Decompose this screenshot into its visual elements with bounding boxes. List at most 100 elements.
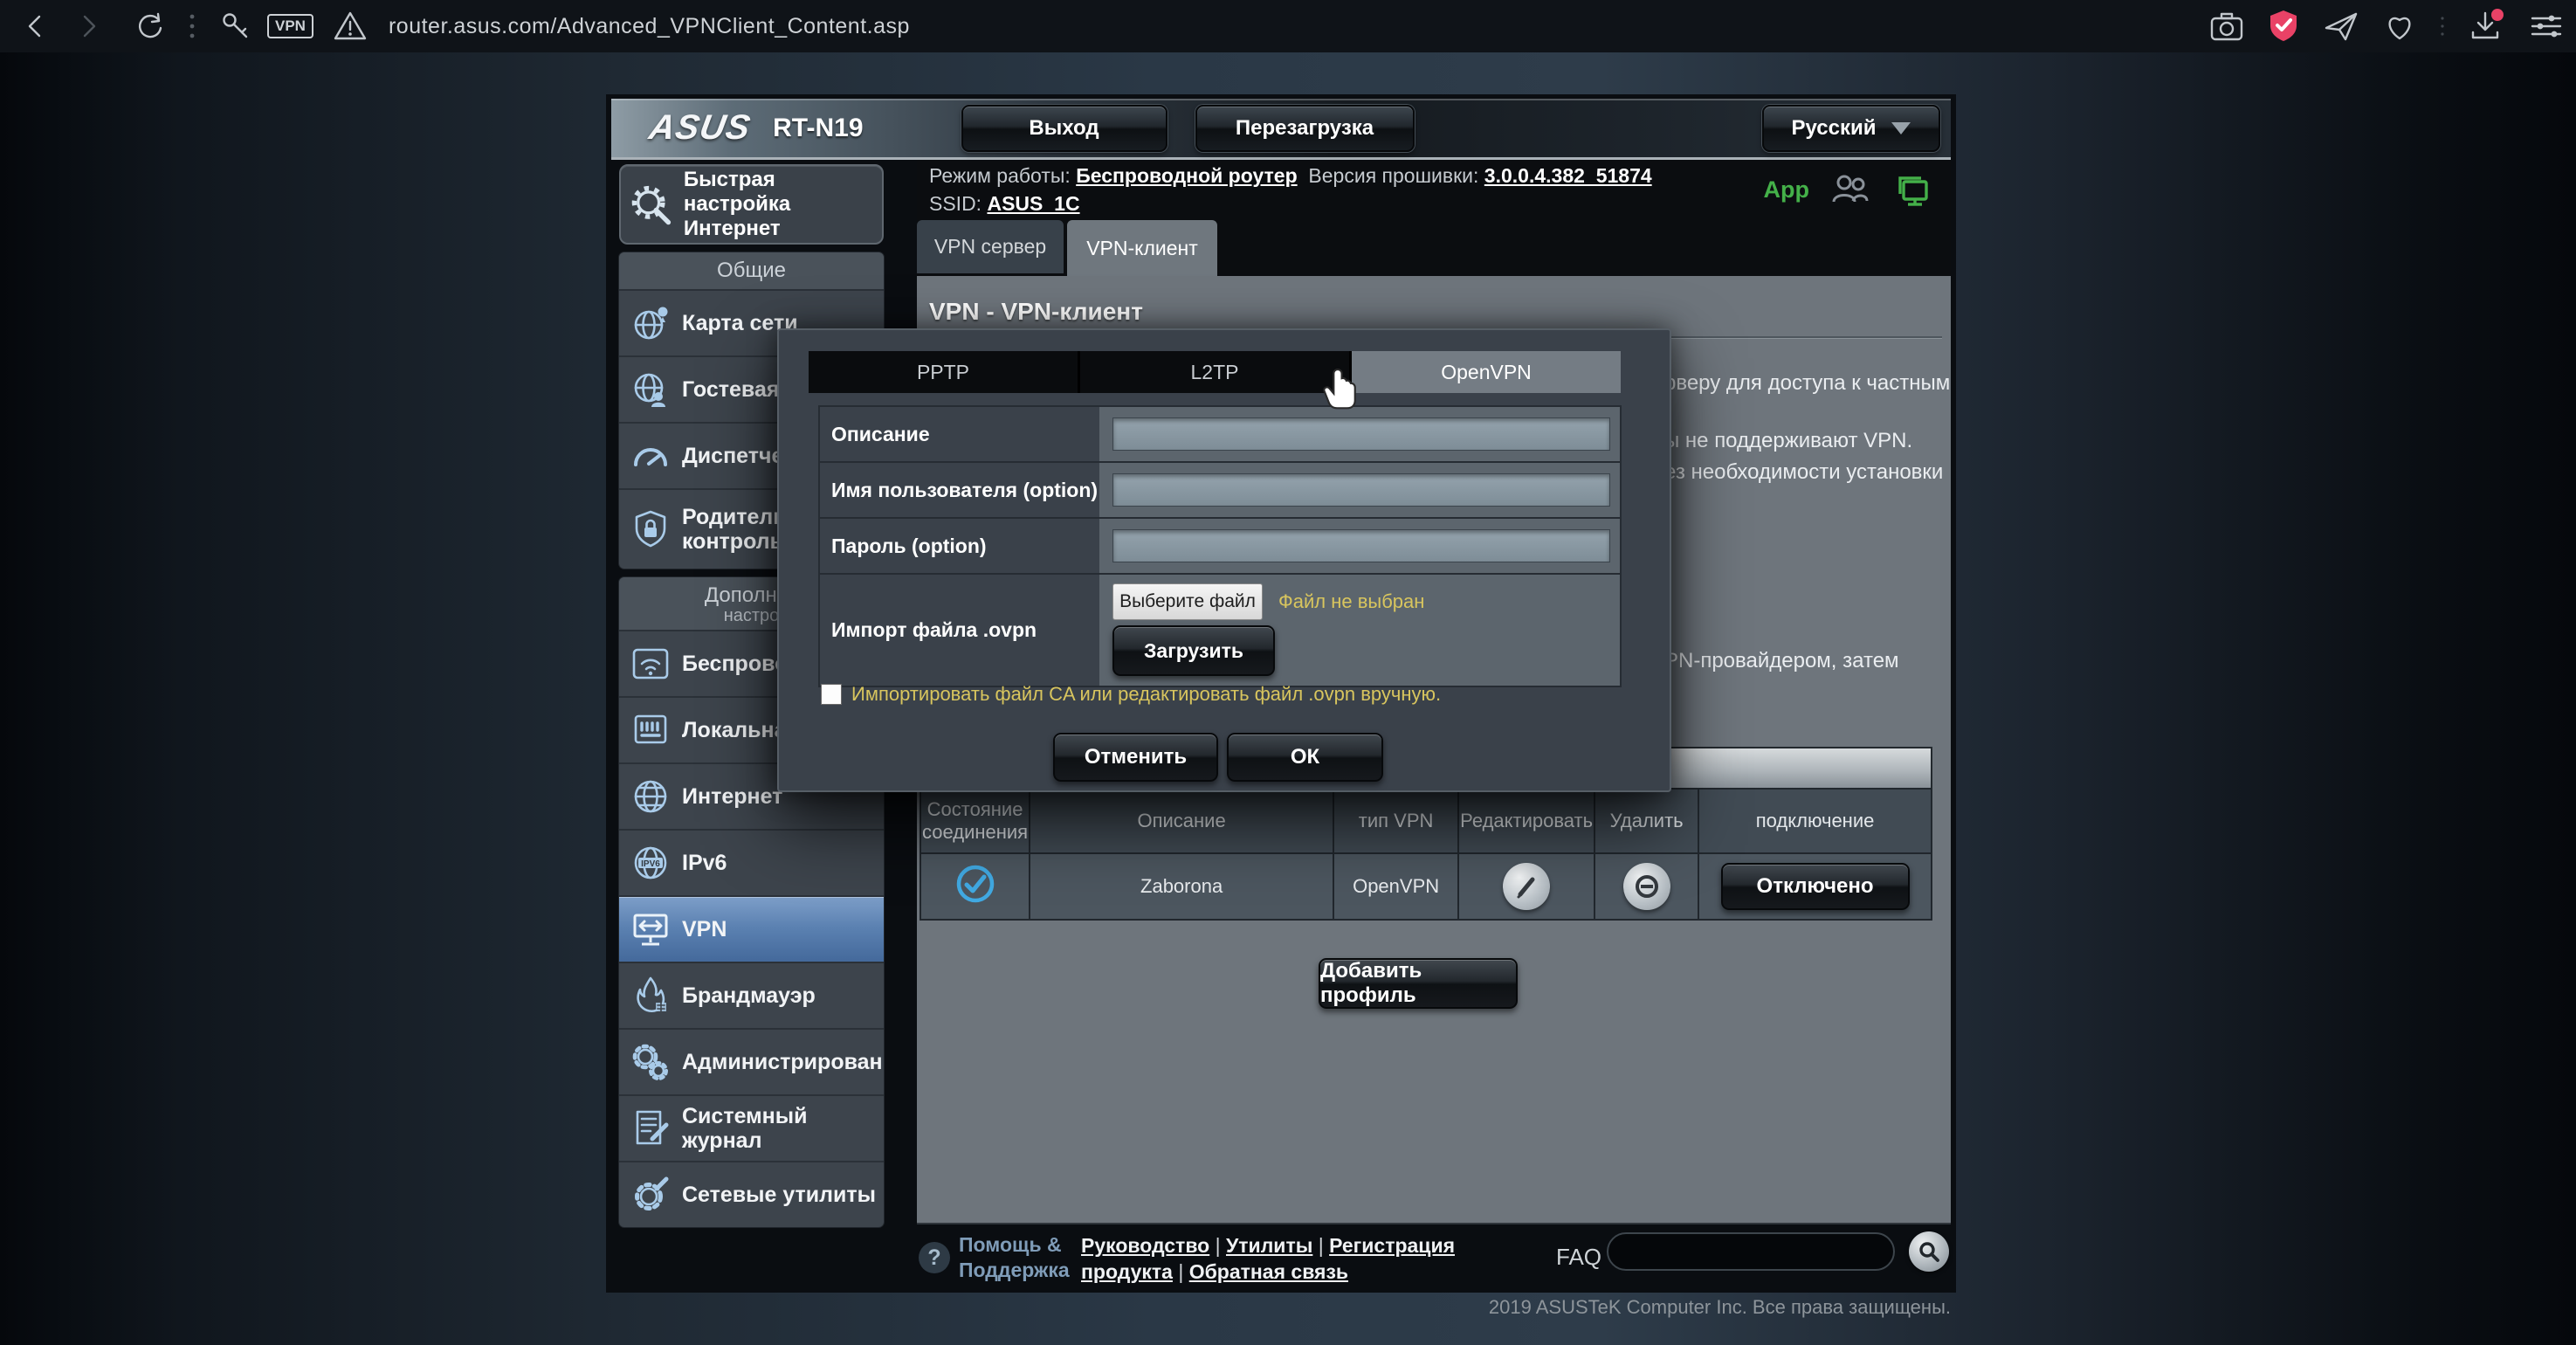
protocol-tabs: PPTP L2TP OpenVPN	[809, 351, 1621, 393]
traffic-gauge-icon	[619, 435, 682, 477]
search-icon	[1918, 1240, 1940, 1263]
clients-icon[interactable]	[1830, 172, 1870, 207]
operation-mode-link[interactable]: Беспроводной роутер	[1076, 164, 1297, 187]
link-utilities[interactable]: Утилиты	[1226, 1234, 1312, 1257]
sidebar-item-network-tools[interactable]: Сетевые утилиты	[619, 1162, 884, 1227]
firmware-version-link[interactable]: 3.0.0.4.382_51874	[1484, 164, 1652, 187]
reboot-button[interactable]: Перезагрузка	[1195, 105, 1415, 152]
description-label: Описание	[820, 407, 1099, 461]
add-profile-button[interactable]: Добавить профиль	[1319, 958, 1518, 1009]
parental-control-icon	[619, 508, 682, 550]
vpn-profile-dialog: PPTP L2TP OpenVPN Описание Имя пользоват…	[777, 328, 1671, 792]
table-row: Zaborona OpenVPN Отключено	[920, 853, 1932, 920]
language-select[interactable]: Русский	[1762, 105, 1940, 152]
sidebar-item-system-log[interactable]: Системный журнал	[619, 1096, 884, 1162]
pencil-icon	[1513, 873, 1539, 900]
screen: VPN router.asus.com/Advanced_VPNClient_C…	[0, 0, 2576, 1345]
router-header: ASUS RT-N19 Выход Перезагрузка Русский	[611, 99, 1951, 160]
vpn-extension-badge[interactable]: VPN	[267, 14, 313, 38]
choose-file-button[interactable]: Выберите файл	[1112, 583, 1263, 620]
username-input[interactable]	[1112, 473, 1610, 507]
profile-description: Zaborona	[1030, 853, 1333, 920]
faq-search-button[interactable]	[1909, 1231, 1949, 1272]
internet-globe-icon	[619, 776, 682, 817]
tab-vpn-server[interactable]: VPN сервер	[917, 220, 1064, 273]
camera-icon[interactable]	[2209, 0, 2244, 52]
reload-icon[interactable]	[134, 0, 164, 52]
cancel-button[interactable]: Отменить	[1053, 733, 1218, 782]
status-cell	[920, 853, 1030, 920]
tab-openvpn[interactable]: OpenVPN	[1352, 351, 1621, 393]
password-label: Пароль (option)	[820, 519, 1099, 573]
asus-logo: ASUS	[646, 108, 754, 148]
help-icon: ?	[919, 1242, 950, 1273]
sidebar-item-vpn[interactable]: VPN	[619, 897, 884, 963]
bookmark-heart-icon[interactable]	[2382, 0, 2417, 52]
description-input[interactable]	[1112, 417, 1610, 451]
browser-actions	[2209, 0, 2564, 52]
copyright-text: 2019 ASUSTeK Computer Inc. Все права защ…	[1326, 1296, 1951, 1319]
devices-icon[interactable]	[1891, 171, 1932, 208]
sidebar-item-ipv6[interactable]: IPV6 IPv6	[619, 831, 884, 897]
edit-button[interactable]	[1503, 863, 1550, 910]
tab-vpn-client[interactable]: VPN-клиент	[1067, 220, 1217, 276]
sidebar-item-firewall[interactable]: Брандмауэр	[619, 963, 884, 1030]
description-fragment: PN-провайдером, затем	[1664, 649, 1899, 673]
group-header-general: Общие	[619, 252, 884, 291]
settings-sliders-icon[interactable]	[2529, 0, 2564, 52]
sidebar-item-administration[interactable]: Администрирование	[619, 1030, 884, 1096]
link-feedback[interactable]: Обратная связь	[1189, 1260, 1348, 1283]
page-title: VPN - VPN-клиент	[929, 298, 1143, 326]
delete-button[interactable]	[1623, 863, 1670, 910]
browser-toolbar: VPN router.asus.com/Advanced_VPNClient_C…	[0, 0, 2576, 52]
ssid-link[interactable]: ASUS_1C	[987, 192, 1079, 215]
upload-button[interactable]: Загрузить	[1112, 625, 1275, 676]
tab-pptp[interactable]: PPTP	[809, 351, 1078, 393]
faq-search-input[interactable]	[1607, 1232, 1895, 1271]
toolbar-separator-icon	[2440, 0, 2445, 52]
col-edit: Редактировать	[1458, 789, 1595, 853]
warning-icon[interactable]	[333, 0, 368, 52]
protect-shield-icon[interactable]	[2267, 0, 2300, 52]
network-map-icon	[619, 302, 682, 344]
quick-setup-button[interactable]: Быстрая настройкаИнтернет	[619, 164, 884, 245]
dots-separator-icon	[189, 0, 196, 52]
import-ovpn-label: Импорт файла .ovpn	[820, 575, 1099, 686]
connection-state-button[interactable]: Отключено	[1721, 863, 1910, 910]
ok-button[interactable]: ОК	[1227, 733, 1383, 782]
password-input[interactable]	[1112, 529, 1610, 562]
key-icon[interactable]	[220, 0, 251, 52]
description-fragment: ез необходимости установки	[1664, 460, 1943, 485]
profile-vpn-type: OpenVPN	[1333, 853, 1458, 920]
svg-text:IPV6: IPV6	[641, 859, 660, 869]
system-log-icon	[619, 1107, 682, 1149]
address-bar-url[interactable]: router.asus.com/Advanced_VPNClient_Conte…	[389, 14, 910, 39]
share-icon[interactable]	[2323, 0, 2359, 52]
logout-button[interactable]: Выход	[961, 105, 1167, 152]
back-icon[interactable]	[23, 0, 49, 52]
forward-icon[interactable]	[75, 0, 101, 52]
vpn-monitor-icon	[619, 908, 682, 950]
downloads-icon[interactable]	[2468, 0, 2506, 52]
quick-setup-icon	[621, 182, 684, 227]
footer-links: Руководство | Утилиты | Регистрация прод…	[1081, 1232, 1474, 1285]
app-link[interactable]: App	[1764, 176, 1809, 203]
help-support-link[interactable]: Помощь &Поддержка	[959, 1232, 1070, 1283]
lan-port-icon	[619, 709, 682, 751]
col-description: Описание	[1030, 789, 1333, 853]
gears-icon	[619, 1041, 682, 1083]
col-vpn-type: тип VPN	[1333, 789, 1458, 853]
wifi-icon	[619, 643, 682, 685]
username-label: Имя пользователя (option)	[820, 463, 1099, 517]
tab-l2tp[interactable]: L2TP	[1080, 351, 1349, 393]
footer: ? Помощь &Поддержка Руководство | Утилит…	[917, 1223, 1951, 1292]
firewall-flame-icon	[619, 975, 682, 1017]
edit-cell	[1458, 853, 1595, 920]
operation-mode-line: Режим работы: Беспроводной роутер Версия…	[929, 164, 1652, 188]
connection-cell: Отключено	[1698, 853, 1932, 920]
router-model: RT-N19	[773, 114, 863, 143]
link-manual[interactable]: Руководство	[1081, 1234, 1209, 1257]
import-ca-checkbox[interactable]	[821, 684, 842, 705]
col-status: Состояниесоединения	[920, 789, 1030, 853]
connection-ok-icon	[954, 862, 997, 906]
